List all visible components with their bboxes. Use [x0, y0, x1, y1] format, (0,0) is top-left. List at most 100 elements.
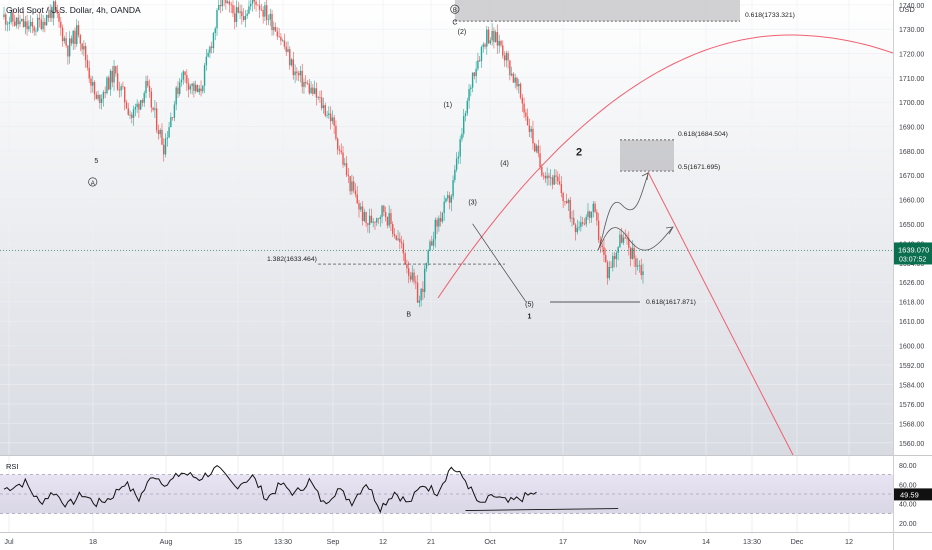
- candle-body: [214, 28, 216, 34]
- candle-body: [29, 21, 32, 26]
- candle-body: [448, 195, 451, 203]
- candle-body: [95, 94, 97, 99]
- candle-body: [157, 130, 160, 135]
- candle-body: [329, 113, 332, 122]
- candle-body: [512, 73, 515, 83]
- candle-body: [457, 156, 460, 159]
- candle-body: [6, 23, 9, 25]
- candle-body: [184, 71, 186, 76]
- candle-body: [541, 167, 543, 176]
- candle-body: [35, 30, 37, 32]
- candle-body: [294, 71, 296, 76]
- candle-body: [514, 77, 516, 83]
- candle-body: [152, 107, 154, 110]
- candle-body: [74, 30, 76, 45]
- candle-body: [528, 125, 531, 132]
- candle-body: [299, 70, 302, 76]
- candle-body: [175, 87, 177, 105]
- candle-body: [624, 237, 626, 239]
- candle-body: [84, 46, 87, 61]
- candle-body: [587, 211, 589, 217]
- price-tick-label: 1720.00: [899, 52, 924, 59]
- candle-body: [251, 0, 254, 4]
- candle-body: [100, 98, 103, 103]
- candle-body: [326, 114, 328, 116]
- candle-body: [439, 218, 442, 222]
- candle-body: [68, 38, 71, 57]
- candle-body: [210, 46, 213, 49]
- candle-body: [409, 275, 412, 280]
- candle-body: [205, 56, 208, 66]
- candle-body: [168, 127, 170, 138]
- rsi-tick-label: 40.00: [899, 502, 917, 509]
- candle-body: [526, 116, 529, 126]
- candle-body: [427, 250, 429, 263]
- candle-body: [109, 70, 112, 90]
- candle-body: [596, 211, 598, 221]
- candle-body: [216, 10, 218, 29]
- wave-label: 5: [94, 158, 98, 165]
- candle-body: [606, 262, 609, 279]
- rsi-tick-label: 20.00: [899, 521, 917, 528]
- candle-body: [423, 268, 426, 292]
- wave-label: 2: [576, 147, 582, 159]
- candle-body: [392, 224, 394, 234]
- candle-body: [253, 0, 255, 2]
- candle-body: [471, 72, 474, 88]
- price-tick-label: 1650.00: [899, 222, 924, 229]
- candle-body: [560, 184, 563, 194]
- wave-label: A: [91, 181, 95, 187]
- candle-body: [195, 84, 197, 92]
- rsi-title: RSI: [6, 462, 19, 471]
- candle-body: [278, 36, 280, 38]
- candle-body: [573, 217, 575, 225]
- candle-body: [271, 13, 273, 31]
- candle-body: [154, 108, 156, 110]
- candle-body: [290, 59, 293, 66]
- candle-body: [70, 38, 73, 44]
- price-pane-bg: [0, 0, 893, 455]
- time-tick-label: Oct: [484, 537, 495, 546]
- candle-body: [260, 9, 263, 11]
- candle-body: [218, 5, 220, 11]
- candle-body: [640, 265, 642, 276]
- candle-body: [147, 80, 149, 86]
- candle-body: [631, 247, 634, 259]
- chart-title: Gold Spot / U.S. Dollar, 4h, OANDA: [6, 5, 141, 15]
- candle-body: [484, 44, 486, 47]
- candle-body: [571, 217, 573, 219]
- candle-body: [280, 36, 282, 41]
- candle-body: [305, 81, 307, 84]
- candle-body: [246, 13, 248, 16]
- candle-body: [189, 86, 192, 90]
- candle-body: [232, 5, 234, 14]
- price-tick-label: 1626.00: [899, 280, 924, 287]
- bar-countdown-label: 03:07:52: [899, 256, 926, 263]
- candle-body: [281, 40, 284, 42]
- time-tick-label: 15: [234, 537, 242, 546]
- price-tick-label: 1584.00: [899, 382, 924, 389]
- candle-body: [264, 5, 266, 17]
- candle-body: [292, 59, 295, 76]
- candle-body: [608, 266, 610, 279]
- candle-body: [519, 83, 522, 98]
- candle-body: [400, 242, 403, 244]
- candle-body: [367, 223, 369, 225]
- candle-body: [289, 49, 291, 66]
- candle-body: [250, 3, 252, 7]
- candle-body: [370, 215, 373, 223]
- chart-canvas[interactable]: RSI 0.618(1733.321) 0.618(1684.504) 0.5(16…: [0, 0, 932, 550]
- wave-label: (1): [443, 102, 452, 109]
- candle-body: [72, 30, 74, 44]
- currency-label: USD: [899, 5, 915, 14]
- candle-body: [335, 125, 337, 139]
- time-tick-label: 14: [702, 537, 710, 546]
- candle-body: [308, 83, 310, 94]
- candle-body: [507, 53, 509, 61]
- price-tick-label: 1700.00: [899, 100, 924, 107]
- candle-body: [633, 247, 635, 259]
- candle-body: [494, 32, 497, 42]
- candle-body: [429, 241, 431, 251]
- candle-body: [138, 103, 140, 110]
- candle-body: [352, 181, 355, 191]
